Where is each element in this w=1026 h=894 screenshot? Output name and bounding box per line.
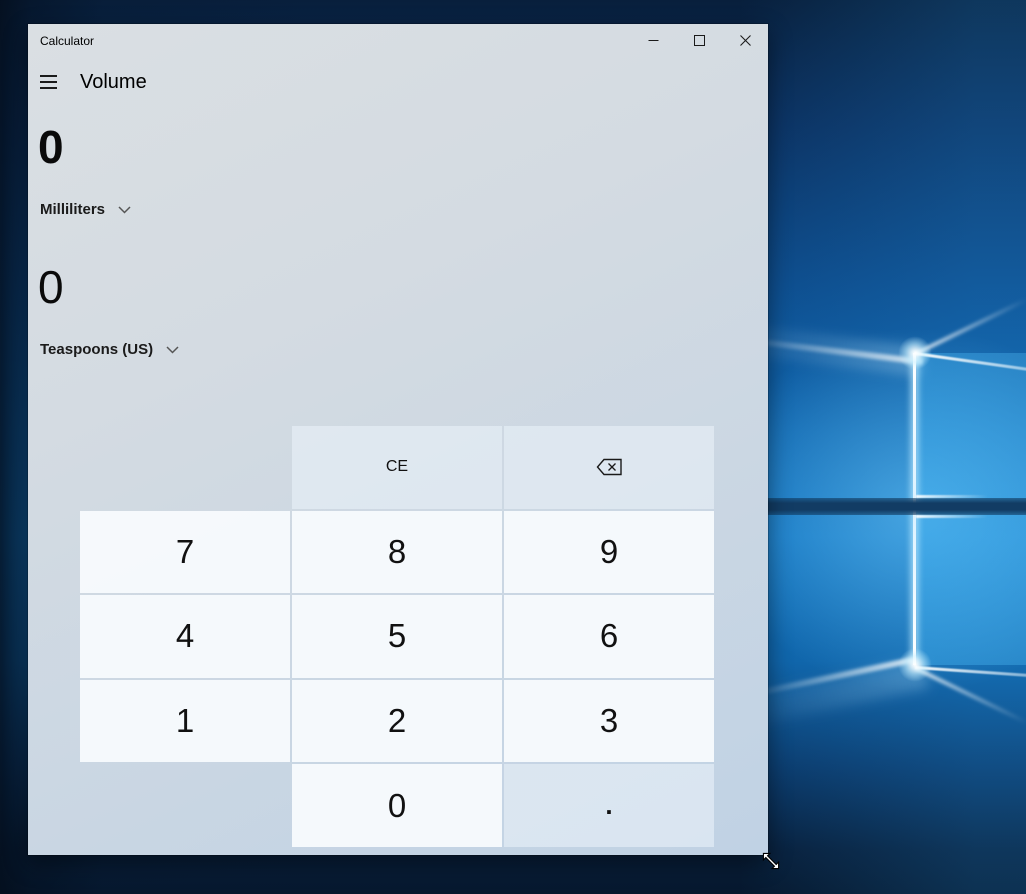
light-beam bbox=[747, 656, 916, 698]
unit-selector-from[interactable]: Milliliters bbox=[40, 201, 131, 218]
keypad-spacer bbox=[80, 426, 290, 509]
key-4[interactable]: 4 bbox=[80, 595, 290, 678]
light-beam bbox=[916, 495, 988, 498]
light-beam bbox=[916, 515, 988, 518]
minimize-icon bbox=[648, 35, 659, 46]
light-glow bbox=[898, 336, 932, 370]
unit-label-from: Milliliters bbox=[40, 201, 105, 218]
key-decimal[interactable]: . bbox=[504, 764, 714, 847]
light-beam bbox=[914, 666, 1026, 724]
app-header: Volume bbox=[28, 64, 147, 100]
close-button[interactable] bbox=[722, 24, 768, 56]
key-2[interactable]: 2 bbox=[292, 680, 502, 763]
unit-label-to: Teaspoons (US) bbox=[40, 341, 153, 358]
key-1[interactable]: 1 bbox=[80, 680, 290, 763]
key-0[interactable]: 0 bbox=[292, 764, 502, 847]
key-5[interactable]: 5 bbox=[292, 595, 502, 678]
page-title: Volume bbox=[80, 71, 147, 94]
maximize-button[interactable] bbox=[676, 24, 722, 56]
key-6[interactable]: 6 bbox=[504, 595, 714, 678]
window-controls bbox=[630, 24, 768, 56]
windows-logo-crossbar bbox=[768, 498, 1026, 515]
backspace-icon bbox=[596, 457, 623, 477]
clear-entry-button[interactable]: CE bbox=[292, 426, 502, 509]
close-icon bbox=[740, 35, 751, 46]
converter-value-to[interactable]: 0 bbox=[38, 262, 64, 312]
calculator-window: Calculator bbox=[28, 24, 768, 855]
hamburger-icon bbox=[40, 87, 57, 89]
key-7[interactable]: 7 bbox=[80, 511, 290, 594]
hamburger-icon bbox=[40, 75, 57, 77]
key-8[interactable]: 8 bbox=[292, 511, 502, 594]
converter-value-from[interactable]: 0 bbox=[38, 122, 64, 172]
keypad-spacer bbox=[80, 764, 290, 847]
key-9[interactable]: 9 bbox=[504, 511, 714, 594]
backspace-button[interactable] bbox=[504, 426, 714, 509]
chevron-down-icon bbox=[166, 346, 179, 354]
key-3[interactable]: 3 bbox=[504, 680, 714, 763]
keypad: CE 7 8 9 4 5 6 1 2 3 0 . bbox=[80, 426, 714, 847]
window-title: Calculator bbox=[40, 24, 94, 58]
titlebar[interactable]: Calculator bbox=[28, 24, 768, 56]
unit-selector-to[interactable]: Teaspoons (US) bbox=[40, 341, 179, 358]
chevron-down-icon bbox=[118, 206, 131, 214]
maximize-icon bbox=[694, 35, 705, 46]
light-glow bbox=[898, 648, 932, 682]
menu-button[interactable] bbox=[28, 64, 72, 100]
hamburger-icon bbox=[40, 81, 57, 83]
minimize-button[interactable] bbox=[630, 24, 676, 56]
